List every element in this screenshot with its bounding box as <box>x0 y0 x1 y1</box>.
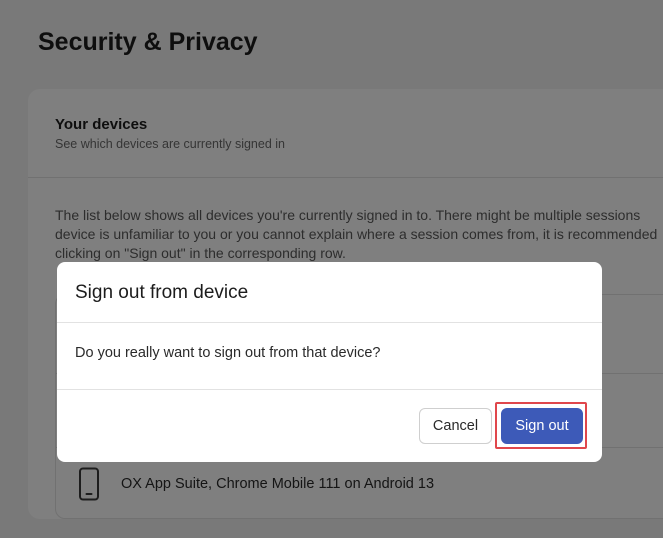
dialog-title: Sign out from device <box>75 282 249 303</box>
dialog-divider <box>57 389 602 390</box>
cancel-button[interactable]: Cancel <box>419 408 492 444</box>
sign-out-dialog: Sign out from device Do you really want … <box>57 262 602 462</box>
dialog-divider <box>57 322 602 323</box>
sign-out-button[interactable]: Sign out <box>501 408 583 444</box>
dialog-message: Do you really want to sign out from that… <box>75 345 381 361</box>
